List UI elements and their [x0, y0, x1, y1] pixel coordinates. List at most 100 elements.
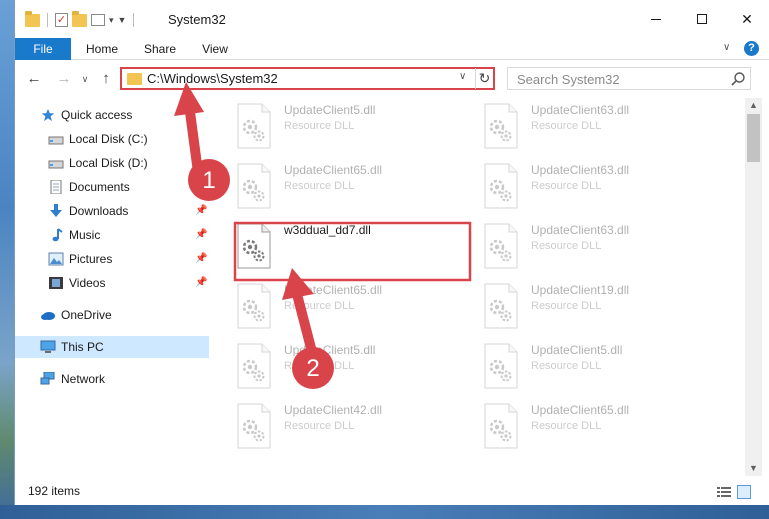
close-icon: ✕ [741, 10, 753, 27]
scroll-up-icon[interactable]: ▲ [749, 100, 758, 110]
scroll-down-icon[interactable]: ▼ [749, 463, 758, 473]
ribbon-tabs: File Home Share View ∨ ? [15, 38, 769, 60]
sidebar-item-music[interactable]: Music 📌 [15, 224, 209, 246]
file-name: UpdateClient63.dll [531, 103, 630, 117]
vertical-scrollbar[interactable]: ▲ ▼ [745, 98, 762, 476]
file-item[interactable]: UpdateClient63.dll Resource DLL [481, 98, 721, 154]
close-button[interactable]: ✕ [724, 0, 769, 38]
file-type: Resource DLL [531, 300, 602, 312]
maximize-icon [697, 14, 707, 24]
sidebar-item-label: Music [69, 228, 101, 242]
refresh-button[interactable]: ↻ [475, 68, 493, 89]
sidebar-item-label: Videos [69, 276, 106, 290]
customize-toolbar-icon[interactable]: ▼ [118, 15, 127, 25]
address-bar[interactable]: C:\Windows\System32 ∨ ↻ [120, 67, 495, 90]
tab-share[interactable]: Share [135, 38, 185, 60]
forward-button[interactable]: → [54, 69, 74, 89]
pin-icon[interactable]: 📌 [195, 229, 207, 240]
file-type: Resource DLL [531, 420, 602, 432]
navigation-bar: ← → ∨ ↑ C:\Windows\System32 ∨ ↻ Search S… [15, 60, 769, 98]
taskbar-edge [0, 505, 769, 519]
dll-file-icon [484, 163, 518, 209]
file-item[interactable]: UpdateClient63.dll Resource DLL [481, 218, 721, 274]
properties-check-icon[interactable]: ✓ [55, 13, 68, 27]
file-name: w3ddual_dd7.dll [284, 223, 371, 237]
sidebar-item-downloads[interactable]: Downloads 📌 [15, 200, 209, 222]
onedrive-icon [41, 312, 55, 320]
file-name: UpdateClient65.dll [531, 403, 630, 417]
toolbar-separator [47, 13, 48, 27]
file-list: UpdateClient5.dll Resource DLL UpdateClien… [234, 98, 746, 476]
tab-file[interactable]: File [15, 38, 71, 60]
file-name: UpdateClient5.dll [284, 103, 376, 117]
file-type: Resource DLL [531, 180, 602, 192]
search-icon[interactable] [730, 71, 746, 87]
file-item[interactable]: UpdateClient42.dll Resource DLL [234, 398, 474, 454]
file-item[interactable]: UpdateClient5.dll Resource DLL [234, 338, 474, 394]
sidebar-item-label: OneDrive [61, 308, 112, 322]
file-name: UpdateClient19.dll [531, 283, 630, 297]
folder-icon [127, 73, 142, 85]
downloads-icon [50, 204, 62, 217]
search-input[interactable]: Search System32 [507, 67, 751, 90]
file-item[interactable]: UpdateClient65.dll Resource DLL [481, 398, 721, 454]
dll-file-icon [237, 283, 271, 329]
properties-icon[interactable] [91, 14, 105, 26]
sidebar-item-onedrive[interactable]: OneDrive [15, 304, 209, 326]
videos-icon [49, 277, 63, 289]
file-name: UpdateClient63.dll [531, 163, 630, 177]
chevron-down-icon[interactable]: ▾ [109, 15, 114, 26]
new-folder-icon[interactable] [72, 10, 87, 27]
file-explorer-window: ✓ ▾ ▼ System32 ✕ File Home Share View ∨ … [14, 0, 769, 505]
desktop-background [0, 0, 14, 519]
file-type: Resource DLL [531, 240, 602, 252]
recent-locations-button[interactable]: ∨ [79, 69, 91, 89]
title-bar: ✓ ▾ ▼ System32 ✕ [15, 0, 769, 38]
help-icon[interactable]: ? [744, 41, 759, 56]
expand-ribbon-icon[interactable]: ∨ [723, 42, 730, 53]
address-path[interactable]: C:\Windows\System32 [147, 71, 278, 86]
sidebar-item-quick-access[interactable]: Quick access [15, 104, 209, 126]
tab-home[interactable]: Home [77, 38, 127, 60]
details-view-icon[interactable] [717, 486, 731, 498]
minimize-button[interactable] [633, 0, 679, 38]
pin-icon[interactable]: 📌 [195, 205, 207, 216]
tiles-view-icon[interactable] [737, 485, 751, 499]
pin-icon[interactable]: 📌 [195, 253, 207, 264]
file-name: UpdateClient5.dll [284, 343, 376, 357]
file-item[interactable]: UpdateClient63.dll Resource DLL [481, 158, 721, 214]
file-item[interactable]: UpdateClient65.dll Resource DLL [234, 158, 474, 214]
dll-file-icon [484, 343, 518, 389]
file-name: UpdateClient63.dll [531, 223, 630, 237]
file-item[interactable]: UpdateClient19.dll Resource DLL [481, 278, 721, 334]
sidebar-item-label: Documents [69, 180, 130, 194]
scrollbar-thumb[interactable] [747, 114, 760, 162]
sidebar-item-network[interactable]: Network [15, 368, 209, 390]
tab-view[interactable]: View [193, 38, 237, 60]
chevron-down-icon[interactable]: ∨ [459, 71, 466, 82]
back-button[interactable]: ← [24, 69, 44, 89]
sidebar-item-local-disk-c[interactable]: Local Disk (C:) [15, 128, 209, 150]
navigation-pane: Quick access Local Disk (C:) Local Disk … [15, 98, 209, 476]
pin-icon[interactable]: 📌 [195, 277, 207, 288]
search-placeholder: Search System32 [517, 72, 620, 87]
maximize-button[interactable] [679, 0, 725, 38]
file-type: Resource DLL [284, 420, 355, 432]
file-type: Resource DLL [284, 180, 355, 192]
file-name: UpdateClient65.dll [284, 163, 383, 177]
sidebar-item-local-disk-d[interactable]: Local Disk (D:) [15, 152, 209, 174]
file-type: Resource DLL [284, 300, 355, 312]
dll-file-icon [237, 163, 271, 209]
up-button[interactable]: ↑ [96, 69, 116, 89]
file-item[interactable]: UpdateClient65.dll Resource DLL [234, 278, 474, 334]
sidebar-item-pictures[interactable]: Pictures 📌 [15, 248, 209, 270]
file-item-target[interactable]: w3ddual_dd7.dll [234, 218, 474, 274]
toolbar-separator [133, 13, 135, 27]
sidebar-item-videos[interactable]: Videos 📌 [15, 272, 209, 294]
folder-icon[interactable] [25, 10, 40, 27]
sidebar-item-documents[interactable]: Documents [15, 176, 209, 198]
file-item[interactable]: UpdateClient5.dll Resource DLL [481, 338, 721, 394]
sidebar-item-this-pc[interactable]: This PC [15, 336, 209, 358]
file-item[interactable]: UpdateClient5.dll Resource DLL [234, 98, 474, 154]
this-pc-icon [40, 340, 56, 353]
